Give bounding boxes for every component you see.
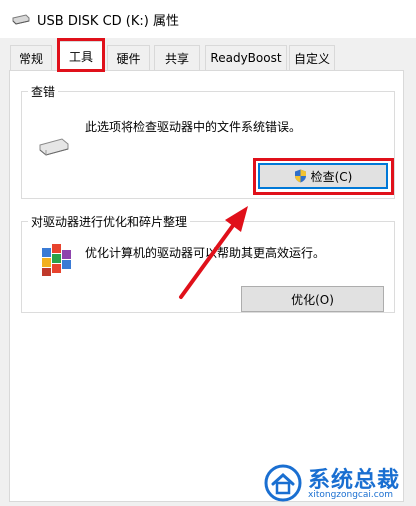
tab-label: ReadyBoost	[210, 51, 282, 65]
tab-general[interactable]: 常规	[10, 45, 52, 70]
error-check-title: 查错	[28, 83, 59, 100]
drive-icon	[39, 138, 69, 156]
title-bar: USB DISK CD (K:) 属性	[0, 0, 416, 38]
house-shield-icon	[264, 464, 302, 502]
watermark-logo: 系统总裁 xitongzongcai.com	[262, 462, 412, 504]
optimize-description: 优化计算机的驱动器可以帮助其更高效运行。	[85, 246, 326, 260]
uac-shield-icon	[294, 169, 306, 183]
tab-tools[interactable]: 工具	[59, 41, 103, 71]
tab-sharing[interactable]: 共享	[154, 45, 200, 70]
optimize-title: 对驱动器进行优化和碎片整理	[28, 213, 191, 230]
check-button-label: 检查(C)	[310, 169, 353, 184]
optimize-group: 对驱动器进行优化和碎片整理 优化计算机的驱动器可以帮助其更高效运行。 优化(O)	[21, 213, 395, 313]
tab-readyboost[interactable]: ReadyBoost	[205, 45, 287, 70]
optimize-button-label: 优化(O)	[291, 292, 334, 307]
error-check-group: 查错 此选项将检查驱动器中的文件系统错误。 检查(C)	[21, 83, 395, 199]
tab-strip: 常规 工具 硬件 共享 ReadyBoost 自定义	[0, 38, 416, 72]
tab-label: 自定义	[293, 51, 330, 66]
check-button[interactable]: 检查(C)	[258, 163, 388, 189]
tab-label: 共享	[164, 51, 189, 66]
tab-customize[interactable]: 自定义	[289, 45, 335, 70]
tab-hardware[interactable]: 硬件	[107, 45, 150, 70]
tab-label: 硬件	[116, 51, 141, 66]
tab-panel-tools: 查错 此选项将检查驱动器中的文件系统错误。 检查(C) 对驱动器进行优化和碎片整…	[9, 70, 404, 502]
tab-label: 常规	[18, 51, 43, 66]
defrag-icon	[42, 244, 71, 276]
usb-drive-icon	[12, 14, 30, 25]
window-title: USB DISK CD (K:) 属性	[37, 14, 179, 29]
tab-label: 工具	[68, 50, 93, 64]
error-check-description: 此选项将检查驱动器中的文件系统错误。	[85, 120, 302, 134]
watermark-url: xitongzongcai.com	[308, 490, 393, 500]
optimize-button[interactable]: 优化(O)	[241, 286, 384, 312]
